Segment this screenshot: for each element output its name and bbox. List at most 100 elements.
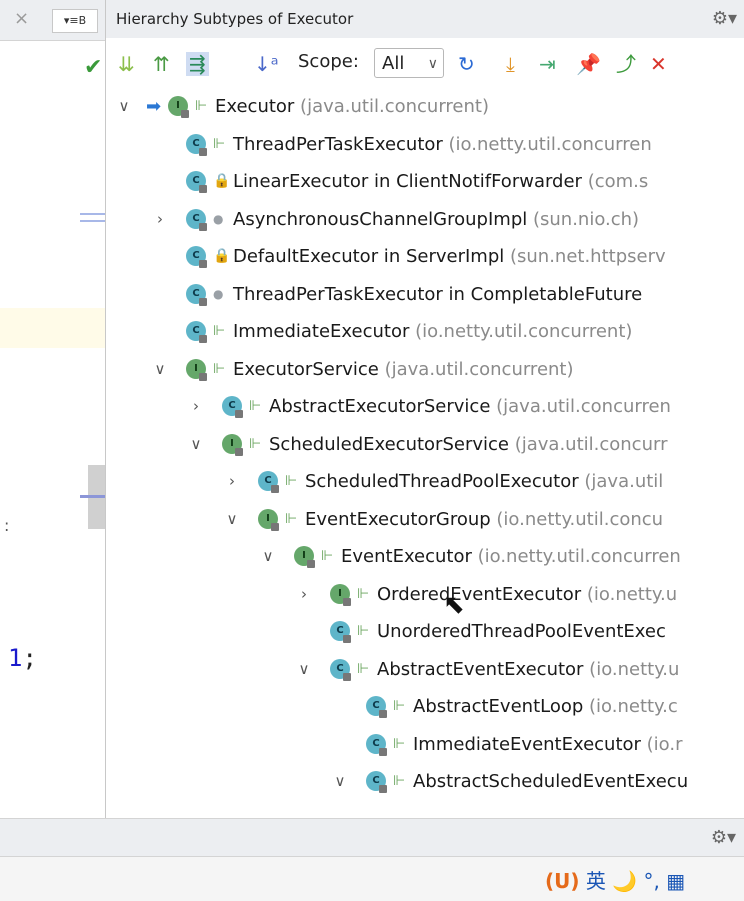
chevron-down-icon[interactable]: ∨: [116, 88, 132, 125]
type-name: DefaultExecutor in ServerImpl: [233, 246, 505, 267]
tree-node[interactable]: C ⊩ ImmediateExecutor (io.netty.util.concu…: [106, 313, 744, 350]
lock-badge-icon: [235, 410, 243, 418]
collapse-all-icon[interactable]: ⇥: [539, 52, 556, 76]
package-name: (io.netty.util.concurren: [471, 546, 681, 567]
chevron-down-icon[interactable]: ∨: [152, 351, 168, 388]
tree-node[interactable]: C 🔒 LinearExecutor in ClientNotifForwarder…: [106, 163, 744, 200]
close-tab-icon[interactable]: ×: [14, 8, 29, 29]
pin-icon[interactable]: 📌: [576, 52, 601, 76]
package-name: (com.s: [581, 171, 649, 192]
package-name: (java.util.concurr: [509, 433, 668, 455]
public-visibility-icon: ⊩: [321, 548, 334, 564]
package-name: (io.netty.u: [581, 583, 678, 605]
tree-node[interactable]: ∨ ➡ I ⊩ Executor (java.util.concurrent): [106, 88, 744, 125]
supertypes-icon[interactable]: ⇈: [153, 52, 170, 76]
private-visibility-icon: 🔒: [213, 248, 231, 264]
tree-node-label: ImmediateEventExecutor (io.r: [413, 726, 683, 763]
refresh-icon[interactable]: ↻: [458, 52, 475, 76]
tree-node[interactable]: C ⊩ AbstractEventLoop (io.netty.c: [106, 688, 744, 725]
chevron-down-icon[interactable]: ∨: [224, 501, 240, 538]
gutter-change-marker: [80, 220, 105, 222]
ime-logo-icon: (U): [545, 869, 580, 893]
scope-dropdown[interactable]: All ∨: [374, 48, 444, 78]
ime-indicator[interactable]: (U) 英 🌙 °, ▦: [545, 865, 685, 894]
tree-node-label: ThreadPerTaskExecutor (io.netty.util.con…: [233, 126, 652, 163]
tree-node-label: ImmediateExecutor (io.netty.util.concurr…: [233, 313, 632, 350]
lock-badge-icon: [199, 185, 207, 193]
lock-badge-icon: [379, 747, 387, 756]
close-icon[interactable]: ✕: [650, 52, 667, 76]
tree-node[interactable]: C 🔒 DefaultExecutor in ServerImpl (sun.net…: [106, 238, 744, 275]
expand-all-icon[interactable]: ⤓: [506, 52, 515, 76]
chevron-down-icon[interactable]: ∨: [260, 538, 276, 575]
tree-node-label: ExecutorService (java.util.concurrent): [233, 351, 574, 388]
tree-node-label: EventExecutorGroup (io.netty.util.concu: [305, 501, 663, 538]
tree-node-label: Executor (java.util.concurrent): [215, 88, 489, 125]
lock-badge-icon: [235, 447, 243, 456]
tree-node-label: EventExecutor (io.netty.util.concurren: [341, 538, 681, 575]
tree-node[interactable]: ∨ I ⊩ EventExecutor (io.netty.util.concurre…: [106, 538, 744, 575]
lock-badge-icon: [199, 222, 207, 231]
chevron-right-icon[interactable]: ›: [152, 201, 168, 238]
package-name: (java.util.concurren: [490, 396, 671, 417]
lock-badge-icon: [343, 597, 351, 606]
type-name: EventExecutor: [341, 546, 472, 567]
package-visibility-icon: ●: [213, 286, 224, 301]
type-name: LinearExecutor in ClientNotifForwarder: [233, 171, 582, 192]
tree-node[interactable]: ∨ I ⊩ ExecutorService (java.util.concurrent…: [106, 351, 744, 388]
sort-alpha-icon[interactable]: ↓ᵃ: [254, 52, 279, 76]
subtypes-icon[interactable]: ⇊: [118, 52, 135, 76]
tree-node[interactable]: C ⊩ ThreadPerTaskExecutor (io.netty.util.c…: [106, 126, 744, 163]
panel-header: Hierarchy Subtypes of Executor ⚙▾: [106, 0, 744, 39]
tree-node[interactable]: › C ⊩ AbstractExecutorService (java.util.co…: [106, 388, 744, 425]
lock-badge-icon: [199, 297, 207, 306]
package-name: (io.netty.u: [583, 658, 680, 680]
chevron-down-icon[interactable]: ∨: [188, 426, 204, 463]
base-type-arrow-icon: ➡: [146, 96, 162, 117]
hierarchy-toolbar: ⇊ ⇈ ⇶ ↓ᵃ Scope: All ∨ ↻ ⤓ ⇥ 📌 ⤴ ✕: [106, 38, 744, 90]
scope-value: All: [382, 53, 405, 74]
tree-node[interactable]: C ⊩ UnorderedThreadPoolEventExec: [106, 613, 744, 650]
tree-node[interactable]: C ● ThreadPerTaskExecutor in CompletableFu…: [106, 276, 744, 313]
tree-node[interactable]: ∨ C ⊩ AbstractEventExecutor (io.netty.u: [106, 651, 744, 688]
chevron-right-icon[interactable]: ›: [296, 576, 312, 613]
tree-node[interactable]: ∨ I ⊩ ScheduledExecutorService (java.util.c…: [106, 426, 744, 463]
package-name: (sun.nio.ch): [527, 208, 640, 230]
tree-node-label: ScheduledThreadPoolExecutor (java.util: [305, 463, 663, 500]
tree-node[interactable]: C ⊩ ImmediateEventExecutor (io.r: [106, 726, 744, 763]
tree-node[interactable]: › C ⊩ ScheduledThreadPoolExecutor (java.uti…: [106, 463, 744, 500]
lock-badge-icon: [343, 672, 351, 681]
public-visibility-icon: ⊩: [393, 698, 406, 714]
chevron-right-icon[interactable]: ›: [188, 388, 204, 425]
tree-node[interactable]: ∨ C ⊩ AbstractScheduledEventExecu: [106, 763, 744, 800]
current-line-highlight: [0, 308, 105, 348]
package-name: (java.util: [578, 471, 664, 492]
package-name: (io.netty.util.concu: [490, 508, 664, 530]
public-visibility-icon: ⊩: [249, 398, 262, 414]
tab-switcher-button[interactable]: ▾≡B: [52, 9, 98, 33]
chevron-down-icon: ∨: [427, 56, 438, 72]
tree-node-label: AsynchronousChannelGroupImpl (sun.nio.ch…: [233, 201, 639, 238]
code-line[interactable]: 1;: [8, 644, 37, 672]
chevron-right-icon[interactable]: ›: [224, 463, 240, 500]
tree-node-label: OrderedEventExecutor (io.netty.u: [377, 576, 677, 613]
tree-node[interactable]: ∨ I ⊩ EventExecutorGroup (io.netty.util.con…: [106, 501, 744, 538]
tree-node[interactable]: › C ● AsynchronousChannelGroupImpl (sun.nio…: [106, 201, 744, 238]
lock-badge-icon: [199, 260, 207, 268]
export-icon[interactable]: ⤴: [616, 52, 636, 76]
class-hierarchy-icon[interactable]: ⇶: [186, 52, 209, 76]
gear-icon[interactable]: ⚙▾: [711, 827, 736, 848]
type-name: ImmediateExecutor: [233, 321, 410, 342]
private-visibility-icon: 🔒: [213, 173, 231, 189]
type-name: ThreadPerTaskExecutor: [233, 133, 443, 155]
type-name: AsynchronousChannelGroupImpl: [233, 208, 528, 230]
type-name: ScheduledExecutorService: [269, 433, 509, 455]
tree-node[interactable]: › I ⊩ OrderedEventExecutor (io.netty.u: [106, 576, 744, 613]
package-name: (java.util.concurrent): [294, 96, 489, 117]
public-visibility-icon: ⊩: [285, 510, 298, 527]
package-name: (java.util.concurrent): [378, 358, 574, 380]
chevron-down-icon[interactable]: ∨: [332, 763, 348, 800]
type-name: AbstractEventExecutor: [377, 658, 584, 680]
chevron-down-icon[interactable]: ∨: [296, 651, 312, 688]
gear-icon[interactable]: ⚙▾: [712, 8, 737, 29]
